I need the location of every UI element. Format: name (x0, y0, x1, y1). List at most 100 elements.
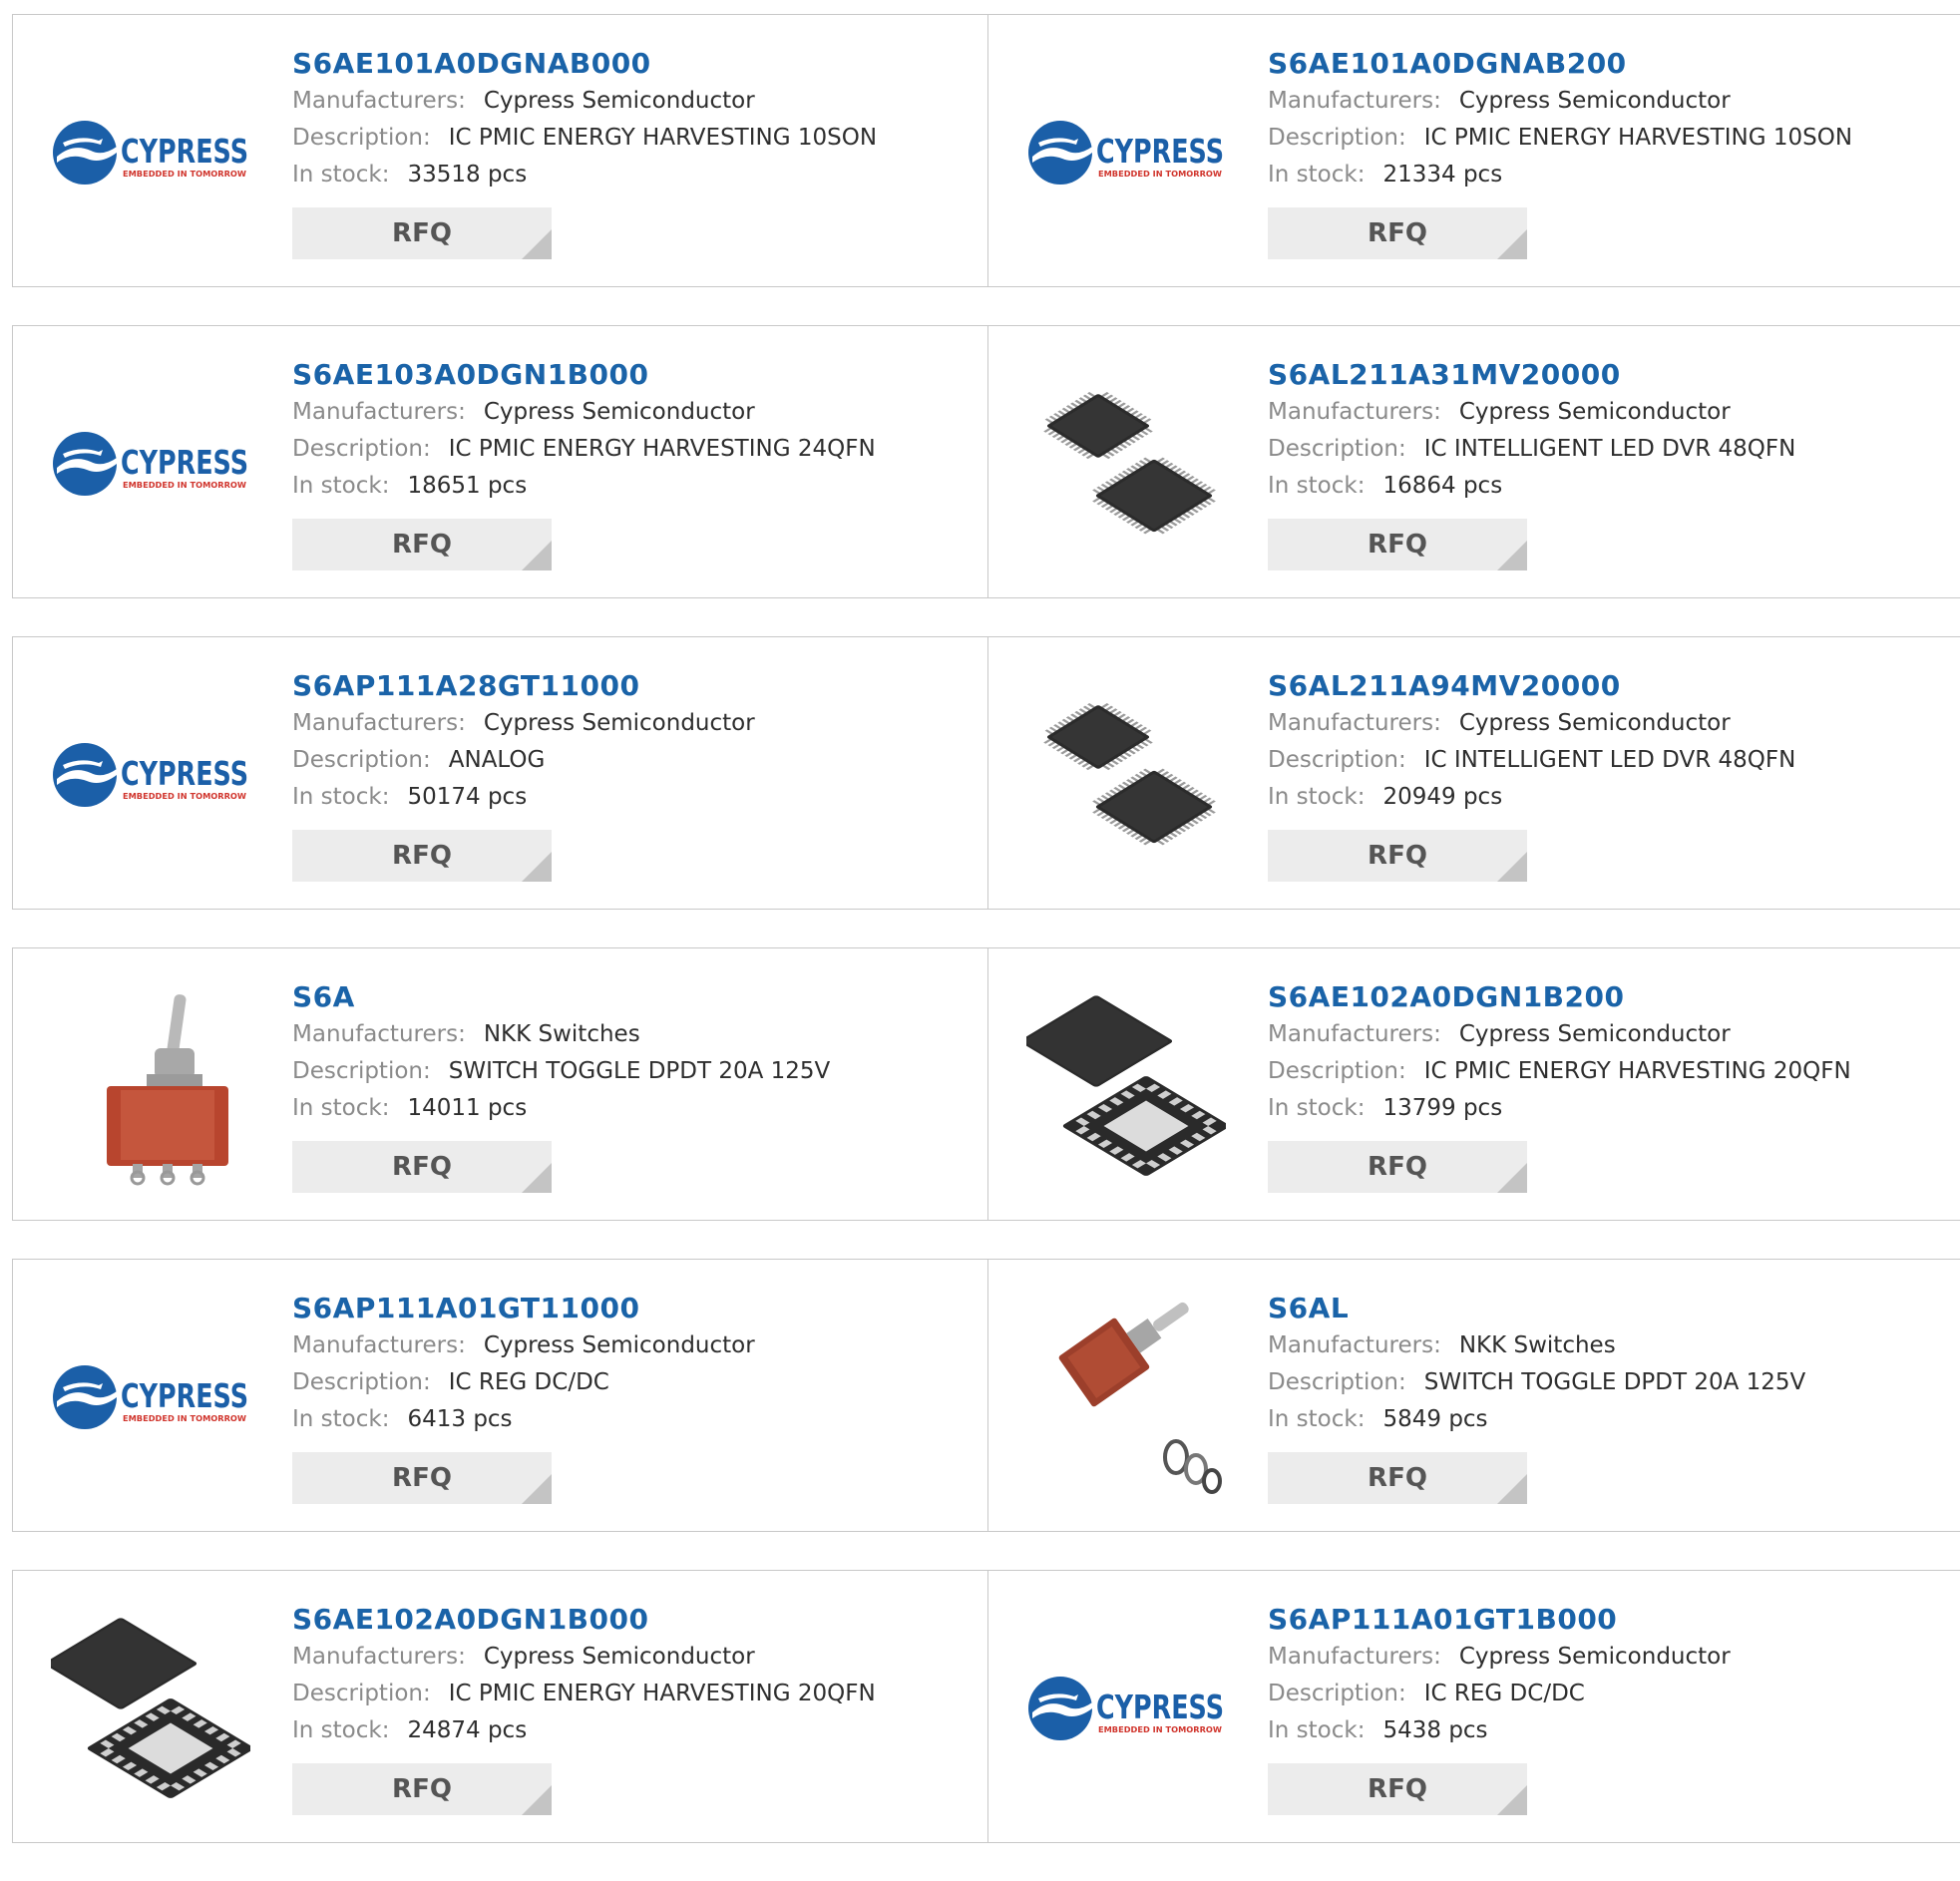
manufacturer-row: Manufacturers: Cypress Semiconductor (1268, 1016, 1851, 1053)
manufacturer-label: Manufacturers: (292, 88, 466, 114)
product-info: S6AL211A94MV20000 Manufacturers: Cypress … (1268, 667, 1795, 882)
description-value: IC INTELLIGENT LED DVR 48QFN (1423, 747, 1796, 773)
description-row: Description: SWITCH TOGGLE DPDT 20A 125V (1268, 1364, 1805, 1401)
description-row: Description: ANALOG (292, 742, 755, 779)
product-image[interactable]: CYPRESS EMBEDDED IN TOMORROW (51, 364, 250, 564)
stock-label: In stock: (292, 784, 390, 810)
description-label: Description: (292, 1058, 431, 1084)
rfq-button[interactable]: RFQ (292, 830, 552, 882)
description-label: Description: (1268, 1058, 1406, 1084)
part-number-link[interactable]: S6AL211A94MV20000 (1268, 667, 1795, 705)
description-label: Description: (292, 1681, 431, 1706)
part-number-link[interactable]: S6AE101A0DGNAB000 (292, 45, 877, 83)
svg-text:EMBEDDED IN TOMORROW: EMBEDDED IN TOMORROW (123, 1414, 246, 1423)
product-image[interactable] (1026, 1298, 1226, 1497)
description-label: Description: (1268, 1369, 1406, 1395)
rfq-button[interactable]: RFQ (292, 207, 552, 259)
description-label: Description: (1268, 125, 1406, 151)
product-info: S6AE102A0DGN1B000 Manufacturers: Cypress … (292, 1601, 876, 1815)
part-number-link[interactable]: S6AL211A31MV20000 (1268, 356, 1795, 394)
description-row: Description: IC PMIC ENERGY HARVESTING 20… (292, 1676, 876, 1712)
rfq-corner-decoration (522, 1163, 552, 1193)
part-number-link[interactable]: S6A (292, 978, 830, 1016)
rfq-button[interactable]: RFQ (1268, 519, 1527, 570)
rfq-corner-decoration (522, 541, 552, 570)
manufacturer-value: NKK Switches (483, 1021, 640, 1047)
cypress-logo-icon: CYPRESSEMBEDDED IN TOMORROW (53, 121, 248, 185)
rfq-button[interactable]: RFQ (1268, 1763, 1527, 1815)
stock-value: 50174 pcs (407, 784, 528, 810)
toggle-switch-side-icon (1058, 1302, 1222, 1494)
description-row: Description: IC PMIC ENERGY HARVESTING 10… (1268, 120, 1852, 157)
part-number-link[interactable]: S6AE103A0DGN1B000 (292, 356, 876, 394)
product-card: CYPRESS EMBEDDED IN TOMORROW S6AE101A0DGN… (987, 14, 1960, 287)
product-card: S6AL211A94MV20000 Manufacturers: Cypress … (987, 636, 1960, 910)
part-number-link[interactable]: S6AE102A0DGN1B000 (292, 1601, 876, 1639)
manufacturer-row: Manufacturers: Cypress Semiconductor (292, 1639, 876, 1676)
product-info: S6AE102A0DGN1B200 Manufacturers: Cypress … (1268, 978, 1851, 1193)
part-number-link[interactable]: S6AP111A01GT1B000 (1268, 1601, 1731, 1639)
part-number-link[interactable]: S6AP111A01GT11000 (292, 1290, 755, 1327)
stock-value: 21334 pcs (1382, 162, 1503, 188)
product-image[interactable]: CYPRESS EMBEDDED IN TOMORROW (1026, 1609, 1226, 1808)
toggle-switch-icon (107, 994, 228, 1186)
manufacturer-label: Manufacturers: (292, 1021, 466, 1047)
rfq-button[interactable]: RFQ (1268, 830, 1527, 882)
rfq-corner-decoration (522, 1474, 552, 1504)
svg-text:EMBEDDED IN TOMORROW: EMBEDDED IN TOMORROW (123, 792, 246, 801)
product-image[interactable]: CYPRESS EMBEDDED IN TOMORROW (51, 53, 250, 252)
product-image[interactable] (51, 1609, 250, 1808)
manufacturer-value: Cypress Semiconductor (1458, 1644, 1731, 1670)
product-image[interactable] (1026, 364, 1226, 564)
qfp-chip-icon (1043, 392, 1216, 535)
description-label: Description: (292, 436, 431, 462)
qfp-chip-icon (1043, 703, 1216, 846)
manufacturer-value: Cypress Semiconductor (483, 1644, 755, 1670)
part-number-link[interactable]: S6AP111A28GT11000 (292, 667, 755, 705)
product-image[interactable] (1026, 986, 1226, 1186)
product-image[interactable]: CYPRESS EMBEDDED IN TOMORROW (1026, 53, 1226, 252)
stock-label: In stock: (1268, 162, 1366, 188)
rfq-button[interactable]: RFQ (1268, 207, 1527, 259)
part-number-link[interactable]: S6AE102A0DGN1B200 (1268, 978, 1851, 1016)
product-image[interactable] (1026, 675, 1226, 875)
rfq-label: RFQ (1368, 841, 1427, 871)
product-info: S6AP111A01GT11000 Manufacturers: Cypress … (292, 1290, 755, 1504)
product-row: CYPRESS EMBEDDED IN TOMORROW S6AP111A01GT… (12, 1259, 1960, 1532)
rfq-button[interactable]: RFQ (1268, 1452, 1527, 1504)
product-image[interactable] (51, 986, 250, 1186)
manufacturer-value: Cypress Semiconductor (483, 1332, 755, 1358)
manufacturer-label: Manufacturers: (292, 1644, 466, 1670)
product-image[interactable]: CYPRESS EMBEDDED IN TOMORROW (51, 1298, 250, 1497)
stock-row: In stock: 50174 pcs (292, 779, 755, 816)
rfq-button[interactable]: RFQ (1268, 1141, 1527, 1193)
product-grid: CYPRESS EMBEDDED IN TOMORROW S6AE101A0DGN… (12, 14, 1960, 1881)
svg-text:CYPRESS: CYPRESS (121, 1376, 248, 1415)
stock-row: In stock: 20949 pcs (1268, 779, 1795, 816)
rfq-corner-decoration (522, 229, 552, 259)
rfq-button[interactable]: RFQ (292, 1452, 552, 1504)
part-number-link[interactable]: S6AL (1268, 1290, 1805, 1327)
rfq-label: RFQ (392, 530, 452, 560)
stock-label: In stock: (1268, 784, 1366, 810)
product-image[interactable]: CYPRESS EMBEDDED IN TOMORROW (51, 675, 250, 875)
rfq-button[interactable]: RFQ (292, 1763, 552, 1815)
product-card: S6A Manufacturers: NKK Switches Descripti… (12, 947, 988, 1221)
part-number-link[interactable]: S6AE101A0DGNAB200 (1268, 45, 1852, 83)
rfq-button[interactable]: RFQ (292, 1141, 552, 1193)
stock-row: In stock: 5849 pcs (1268, 1401, 1805, 1438)
rfq-label: RFQ (392, 841, 452, 871)
manufacturer-label: Manufacturers: (1268, 1644, 1441, 1670)
rfq-button[interactable]: RFQ (292, 519, 552, 570)
stock-label: In stock: (292, 162, 390, 188)
product-info: S6AE101A0DGNAB200 Manufacturers: Cypress … (1268, 45, 1852, 259)
manufacturer-value: Cypress Semiconductor (1458, 1021, 1731, 1047)
stock-value: 33518 pcs (407, 162, 528, 188)
description-value: IC PMIC ENERGY HARVESTING 10SON (1423, 125, 1853, 151)
description-row: Description: IC PMIC ENERGY HARVESTING 10… (292, 120, 877, 157)
description-value: IC PMIC ENERGY HARVESTING 24QFN (448, 436, 876, 462)
product-card: CYPRESS EMBEDDED IN TOMORROW S6AE103A0DGN… (12, 325, 988, 598)
stock-value: 24874 pcs (407, 1717, 528, 1743)
description-label: Description: (1268, 747, 1406, 773)
stock-value: 14011 pcs (407, 1095, 528, 1121)
